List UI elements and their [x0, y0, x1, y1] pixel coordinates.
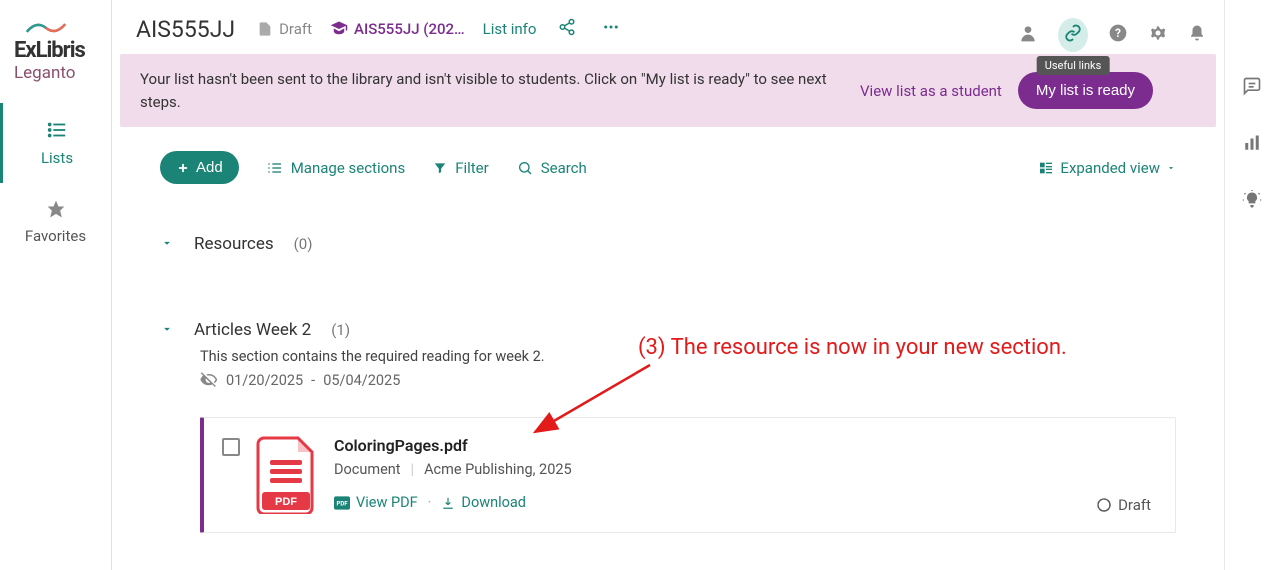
chevron-down-icon[interactable] — [160, 321, 174, 340]
left-sidebar: ExLibris Leganto Lists Favorites — [0, 0, 112, 570]
search-link[interactable]: Search — [517, 159, 587, 177]
add-label: Add — [196, 159, 223, 176]
resource-title: ColoringPages.pdf — [334, 436, 1151, 455]
logo-swoosh-icon — [22, 18, 70, 36]
filter-label: Filter — [455, 159, 489, 177]
search-icon — [517, 160, 533, 176]
section-resources[interactable]: Resources (0) — [160, 216, 1176, 272]
top-icons: Useful links ? — [1018, 18, 1206, 52]
download-label: Download — [461, 494, 526, 511]
view-mode-label: Expanded view — [1060, 159, 1160, 177]
list-info-link[interactable]: List info — [483, 20, 537, 38]
resource-body: ColoringPages.pdf Document | Acme Publis… — [334, 436, 1151, 514]
nav-lists-label: Lists — [3, 149, 111, 167]
brand-name: ExLibris — [14, 38, 99, 63]
resource-actions: PDF View PDF · Download — [334, 494, 1151, 511]
pdf-badge-icon: PDF — [334, 496, 350, 510]
share-icon[interactable] — [554, 14, 580, 44]
draft-label: Draft — [279, 20, 312, 38]
main: AIS555JJ Draft AIS555JJ (202… List info … — [112, 0, 1224, 570]
resource-type: Document — [334, 461, 401, 478]
date-sep: - — [311, 372, 315, 389]
draft-tag: Draft — [257, 20, 312, 38]
dot: · — [428, 494, 432, 511]
pdf-icon: PDF — [256, 436, 318, 514]
more-icon[interactable] — [598, 14, 624, 44]
download-link[interactable]: Download — [441, 494, 526, 511]
annotation-arrow-icon — [525, 360, 665, 450]
nav-favorites-label: Favorites — [0, 227, 111, 245]
filter-icon — [433, 161, 447, 175]
annotation-text: (3) The resource is now in your new sect… — [638, 335, 1067, 360]
notifications-icon[interactable] — [1188, 23, 1206, 47]
resource-publisher: Acme Publishing, 2025 — [424, 461, 572, 478]
manage-sections-link[interactable]: Manage sections — [267, 159, 405, 177]
links-icon[interactable]: Useful links — [1058, 18, 1088, 52]
course-tag[interactable]: AIS555JJ (202… — [330, 20, 465, 38]
analytics-icon[interactable] — [1243, 134, 1261, 156]
help-icon[interactable]: ? — [1108, 23, 1128, 47]
plus-icon — [176, 161, 190, 175]
add-button[interactable]: Add — [160, 151, 239, 184]
view-pdf-label: View PDF — [356, 494, 418, 511]
lightbulb-icon[interactable] — [1242, 190, 1262, 214]
course-label: AIS555JJ (202… — [354, 20, 465, 38]
resource-checkbox[interactable] — [222, 438, 240, 456]
nav-favorites[interactable]: Favorites — [0, 183, 111, 261]
manage-label: Manage sections — [291, 159, 405, 177]
search-label: Search — [541, 159, 587, 177]
chevron-down-icon — [1166, 163, 1176, 173]
graduation-cap-icon — [330, 20, 348, 38]
chevron-down-icon[interactable] — [160, 235, 174, 254]
view-pdf-link[interactable]: PDF View PDF — [334, 494, 418, 511]
draft-status-icon — [1096, 497, 1112, 513]
document-icon — [257, 21, 273, 37]
view-as-student-link[interactable]: View list as a student — [860, 82, 1002, 100]
svg-text:PDF: PDF — [336, 500, 348, 507]
date-end: 05/04/2025 — [323, 372, 400, 389]
settings-icon[interactable] — [1148, 23, 1168, 47]
filter-link[interactable]: Filter — [433, 159, 489, 177]
nav-lists[interactable]: Lists — [0, 103, 111, 183]
star-icon — [0, 199, 111, 223]
download-icon — [441, 496, 455, 510]
view-mode-toggle[interactable]: Expanded view — [1038, 159, 1176, 177]
sections-icon — [267, 160, 283, 176]
banner-actions: View list as a student My list is ready — [860, 72, 1153, 109]
tooltip: Useful links — [1037, 56, 1110, 75]
brand-sub: Leganto — [14, 63, 99, 83]
logo: ExLibris Leganto — [0, 0, 111, 103]
section-title: Resources — [194, 234, 274, 254]
my-list-ready-button[interactable]: My list is ready — [1018, 72, 1153, 109]
date-start: 01/20/2025 — [226, 372, 303, 389]
section-count: (1) — [331, 321, 350, 339]
divider: | — [411, 461, 415, 478]
section-count: (0) — [294, 235, 313, 253]
visibility-off-icon — [200, 371, 218, 389]
toolbar: Add Manage sections Filter Search Expand… — [112, 127, 1224, 196]
resource-meta: Document | Acme Publishing, 2025 — [334, 461, 1151, 478]
page-title: AIS555JJ — [136, 16, 235, 43]
status-label: Draft — [1118, 496, 1151, 514]
section-title: Articles Week 2 — [194, 320, 311, 340]
svg-text:PDF: PDF — [275, 496, 297, 508]
right-sidebar — [1224, 0, 1278, 570]
resource-card[interactable]: PDF ColoringPages.pdf Document | Acme Pu… — [200, 417, 1176, 533]
section-dates: 01/20/2025 - 05/04/2025 — [200, 371, 1176, 389]
svg-text:?: ? — [1115, 26, 1121, 40]
sections: Resources (0) Articles Week 2 (1) This s… — [112, 196, 1224, 533]
chat-icon[interactable] — [1242, 76, 1262, 100]
status-badge: Draft — [1096, 496, 1151, 514]
banner-text: Your list hasn't been sent to the librar… — [140, 68, 860, 113]
list-icon — [3, 119, 111, 145]
expanded-view-icon — [1038, 160, 1054, 176]
user-icon[interactable] — [1018, 23, 1038, 47]
